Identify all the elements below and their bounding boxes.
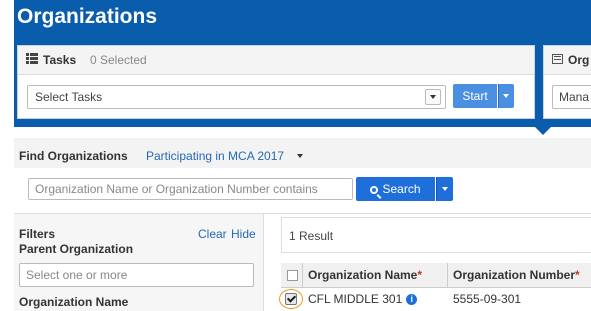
- results-panel: 1 Result Organization Name* Organization…: [264, 214, 591, 311]
- tasks-header: Tasks 0 Selected: [18, 46, 534, 75]
- page-title: Organizations: [17, 5, 158, 28]
- manage-dropdown[interactable]: Mana: [552, 85, 591, 109]
- organization-panel-title: Org: [568, 53, 590, 67]
- parent-organization-placeholder: Select one or more: [26, 268, 128, 282]
- info-icon[interactable]: i: [406, 294, 418, 305]
- list-box-icon: [552, 54, 563, 64]
- results-count: 1 Result: [289, 229, 334, 243]
- organization-name-text: CFL MIDDLE 301: [308, 292, 403, 306]
- column-header-organization-name[interactable]: Organization Name*: [308, 268, 422, 282]
- select-tasks-text: Select Tasks: [35, 90, 103, 104]
- required-marker: *: [575, 268, 580, 282]
- select-all-checkbox[interactable]: [287, 270, 298, 281]
- row-checkbox-highlight: [279, 289, 303, 309]
- panel-pointer: [534, 126, 552, 135]
- results-summary: 1 Result: [281, 217, 591, 253]
- organization-name-filter-label: Organization Name: [19, 295, 129, 309]
- find-organizations-bar: Find Organizations Participating in MCA …: [14, 138, 591, 168]
- find-organizations-label: Find Organizations: [19, 149, 128, 163]
- table-row-organization-name[interactable]: CFL MIDDLE 301 i: [308, 292, 418, 306]
- tasks-list-icon: [26, 53, 38, 64]
- required-marker: *: [417, 268, 423, 282]
- organizations-page: Organizations Tasks 0 Selected Select Ta…: [14, 0, 591, 311]
- search-button-label: Search: [382, 182, 421, 196]
- start-button[interactable]: Start: [453, 84, 497, 108]
- parent-organization-label: Parent Organization: [19, 242, 134, 256]
- header-band: Organizations Tasks 0 Selected Select Ta…: [14, 0, 591, 127]
- tasks-title: Tasks: [43, 53, 77, 67]
- search-dropdown-toggle[interactable]: [436, 177, 453, 201]
- column-separator: [302, 263, 303, 287]
- clear-filters-link[interactable]: Clear: [198, 227, 227, 241]
- column-header-label: Organization Number: [453, 268, 576, 282]
- hide-filters-link[interactable]: Hide: [231, 227, 256, 241]
- filters-title: Filters: [19, 227, 56, 241]
- parent-organization-select[interactable]: Select one or more: [19, 263, 254, 287]
- tasks-panel: Tasks 0 Selected Select Tasks Start: [17, 45, 535, 119]
- row-checkbox[interactable]: [285, 293, 297, 305]
- column-header-organization-number[interactable]: Organization Number*: [453, 268, 580, 282]
- results-table-header: Organization Name* Organization Number*: [281, 263, 591, 288]
- caret-down-icon[interactable]: [297, 154, 303, 158]
- filters-panel: Filters Clear Hide Parent Organization S…: [14, 214, 264, 311]
- column-header-label: Organization Name: [308, 268, 418, 282]
- organization-search-input[interactable]: [28, 178, 353, 200]
- select-tasks-dropdown[interactable]: Select Tasks: [27, 85, 446, 109]
- tasks-selected-count: 0 Selected: [90, 53, 147, 67]
- table-row-organization-number: 5555-09-301: [453, 292, 522, 306]
- organization-panel-header: Org: [544, 46, 591, 75]
- column-separator: [447, 263, 448, 287]
- search-icon: [370, 186, 379, 194]
- participation-filter-dropdown[interactable]: Participating in MCA 2017: [146, 149, 284, 163]
- organization-panel: Org Mana: [543, 45, 591, 119]
- start-dropdown-toggle[interactable]: [498, 84, 514, 108]
- chevron-down-icon: [425, 89, 441, 105]
- search-button[interactable]: Search: [356, 177, 435, 201]
- manage-text: Mana: [559, 90, 590, 104]
